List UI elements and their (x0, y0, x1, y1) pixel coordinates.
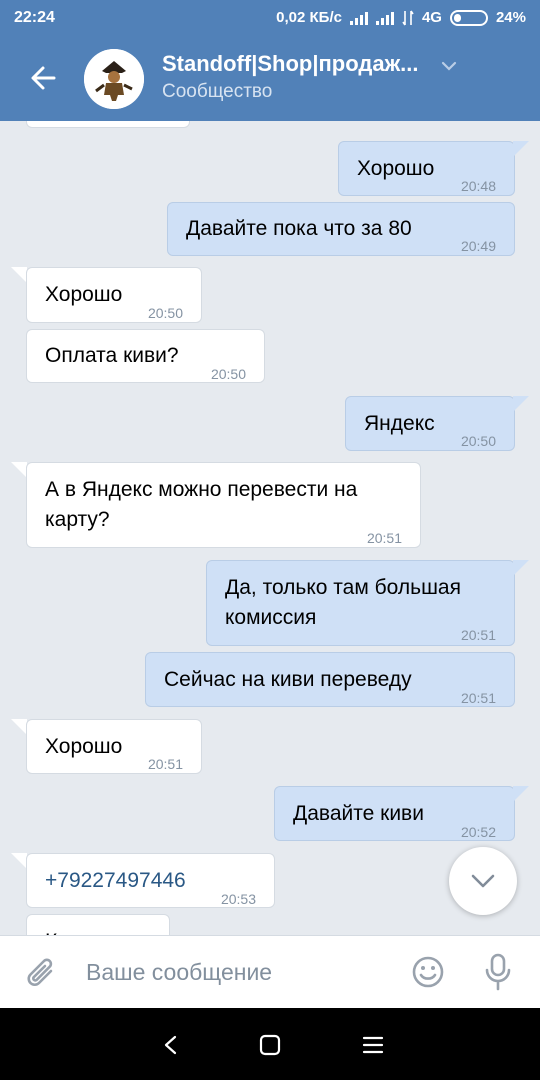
net-speed: 0,02 КБ/с (276, 9, 342, 26)
app-header: 22:24 0,02 КБ/с 4G 24% Standoff|Shop|про… (0, 0, 540, 121)
avatar[interactable] (84, 49, 144, 109)
signal-icon-2 (375, 11, 394, 25)
message-text: Яндекс (364, 412, 435, 435)
message-time: 20:48 (460, 178, 496, 194)
message-bubble-in[interactable]: Оплата киви? 20:50 (26, 329, 265, 383)
message-time: 20:52 (460, 824, 496, 840)
nav-back-icon[interactable] (160, 1034, 182, 1056)
status-bar: 22:24 0,02 КБ/с 4G 24% (0, 0, 540, 36)
message-bubble-partial[interactable] (26, 121, 190, 128)
message-bubble-out[interactable]: Давайте пока что за 80 20:49 (167, 202, 515, 256)
message-text: Оплата киви? (45, 344, 179, 367)
bubble-tail (513, 141, 529, 157)
message-text: К... (45, 927, 75, 935)
message-time: 20:53 (220, 891, 256, 907)
bubble-tail (513, 786, 529, 802)
message-text-line1: Да, только там большая (225, 576, 461, 599)
message-text-line2: карту? (45, 508, 110, 531)
paperclip-icon[interactable] (26, 956, 58, 990)
phone-link[interactable]: +79227497446 (45, 866, 186, 896)
nav-menu-icon[interactable] (362, 1035, 384, 1055)
message-input[interactable]: Ваше сообщение (86, 959, 272, 986)
bubble-tail (11, 267, 27, 283)
message-composer: Ваше сообщение (0, 935, 540, 1008)
smile-icon[interactable] (411, 955, 445, 989)
message-text-line1: А в Яндекс можно перевести на (45, 478, 358, 501)
microphone-icon[interactable] (485, 953, 511, 991)
message-text-line2: комиссия (225, 606, 317, 629)
status-indicators: 0,02 КБ/с 4G 24% (276, 9, 526, 26)
message-time: 20:50 (210, 366, 246, 382)
bubble-tail (11, 853, 27, 869)
message-bubble-out[interactable]: Давайте киви 20:52 (274, 786, 515, 841)
message-time: 20:50 (460, 433, 496, 449)
message-time: 20:51 (460, 627, 496, 643)
message-bubble-out[interactable]: Сейчас на киви переведу 20:51 (145, 652, 515, 707)
message-text: Давайте пока что за 80 (186, 217, 412, 240)
message-time: 20:50 (147, 305, 183, 321)
message-bubble-out[interactable]: Яндекс 20:50 (345, 396, 515, 451)
scroll-down-button[interactable] (449, 847, 517, 915)
message-time: 20:49 (460, 238, 496, 254)
status-time: 22:24 (14, 9, 55, 26)
message-time: 20:51 (147, 756, 183, 772)
bubble-tail (513, 396, 529, 412)
message-bubble-in[interactable]: Хорошо 20:51 (26, 719, 202, 774)
transfer-icon (402, 10, 414, 25)
signal-icon (349, 11, 368, 25)
message-list[interactable]: Хорошо 20:48 Давайте пока что за 80 20:4… (0, 121, 540, 935)
system-nav-bar (0, 1008, 540, 1080)
message-time: 20:51 (460, 690, 496, 706)
message-bubble-in[interactable]: +79227497446 20:53 (26, 853, 275, 908)
chat-subtitle: Сообщество (162, 81, 273, 102)
message-bubble-in[interactable]: Хорошо 20:50 (26, 267, 202, 323)
chevron-down-icon (471, 874, 495, 888)
network-type: 4G (421, 9, 442, 26)
message-bubble-in[interactable]: К... (26, 914, 170, 935)
message-text: Хорошо (45, 283, 123, 306)
message-text: Хорошо (357, 157, 435, 180)
battery-percent: 24% (495, 9, 526, 26)
battery-icon (449, 9, 488, 26)
bubble-tail (513, 560, 529, 576)
arrow-left-icon[interactable] (24, 58, 64, 98)
chat-title[interactable]: Standoff|Shop|продаж... (162, 51, 432, 77)
bubble-tail (11, 462, 27, 478)
message-bubble-in[interactable]: А в Яндекс можно перевести на карту? 20:… (26, 462, 421, 548)
message-time: 20:51 (366, 530, 402, 546)
message-text: Хорошо (45, 735, 123, 758)
message-text: Сейчас на киви переведу (164, 668, 412, 691)
message-bubble-out[interactable]: Да, только там большая комиссия 20:51 (206, 560, 515, 646)
nav-home-icon[interactable] (259, 1034, 281, 1056)
bubble-tail (11, 719, 27, 735)
message-text: Давайте киви (293, 802, 424, 825)
message-bubble-out[interactable]: Хорошо 20:48 (338, 141, 515, 196)
avatar-image (84, 49, 144, 109)
chevron-down-icon[interactable] (438, 56, 460, 76)
